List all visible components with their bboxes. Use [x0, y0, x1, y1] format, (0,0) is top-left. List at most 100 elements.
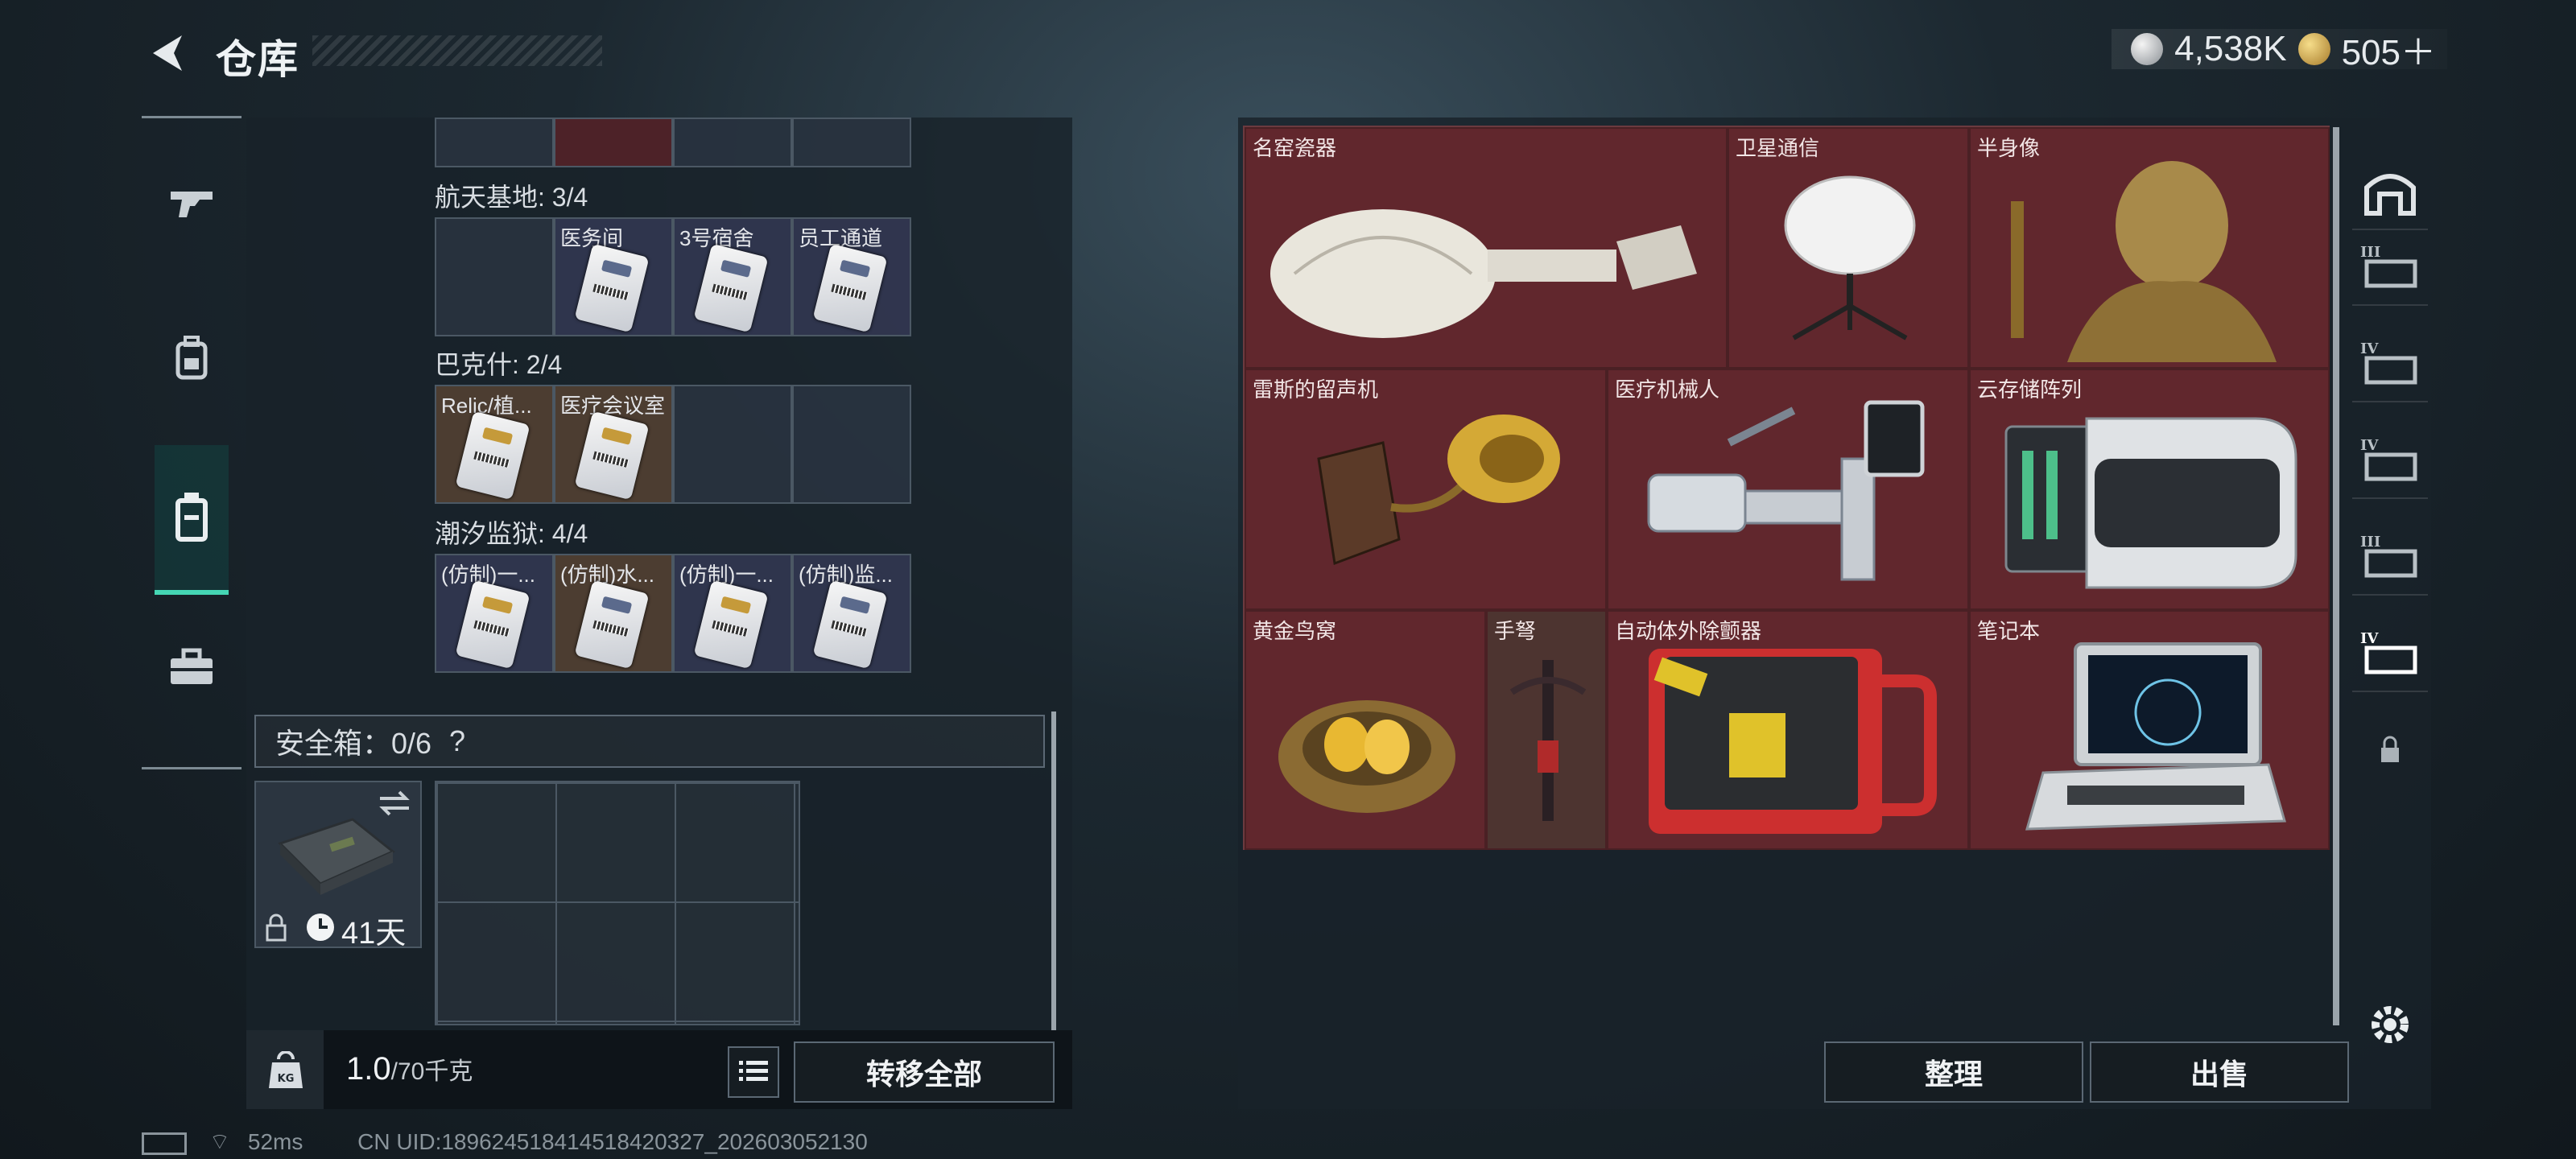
item-porcelain-vase[interactable]: 名窑瓷器: [1245, 127, 1728, 369]
locked-tab[interactable]: [2352, 711, 2428, 787]
robot-arm-icon: [1647, 400, 1925, 581]
warehouse-item-grid: 名窑瓷器 卫星通信 半身像 雷斯的留声机 医疗机械人 云存储阵列 黄金鸟窝 手弩…: [1243, 126, 2330, 850]
item-aed[interactable]: 自动体外除颤器: [1607, 610, 1969, 850]
keycard-item[interactable]: (仿制)一...: [435, 554, 554, 673]
keycard-item[interactable]: Relic/植...: [435, 385, 554, 504]
sell-button[interactable]: 出售: [2090, 1041, 2349, 1103]
right-warehouse-nav: III IV IV III IV: [2349, 121, 2431, 1109]
svg-text:IV: IV: [2360, 630, 2379, 647]
storage-rack-3-icon: III: [2360, 534, 2417, 578]
vase-icon: [1270, 209, 1697, 338]
warehouse-tab-4a[interactable]: IV: [2352, 325, 2428, 402]
list-view-button[interactable]: [728, 1046, 779, 1098]
left-category-nav: [142, 116, 242, 769]
item-medical-robot[interactable]: 医疗机械人: [1607, 369, 1969, 610]
storage-rack-3-icon: III: [2360, 244, 2417, 288]
weight-readout: 1.0/70千克: [346, 1051, 473, 1087]
warehouse-tab-4b[interactable]: IV: [2352, 422, 2428, 499]
backpack-category-tab[interactable]: [153, 320, 230, 397]
item-label: 雷斯的留声机: [1253, 377, 1379, 402]
silver-amount: 4,538K: [2174, 29, 2287, 68]
left-scrollbar[interactable]: [1051, 711, 1056, 1033]
list-icon: [739, 1061, 768, 1081]
right-scrollbar[interactable]: [2333, 127, 2339, 1025]
warehouse-tab-4c-active[interactable]: IV: [2352, 615, 2428, 692]
status-bar: ⌔ 52ms CN UID:1896245184145184203​27_202…: [142, 1128, 868, 1157]
crossbow-icon: [1509, 660, 1587, 821]
keycard-icon: [574, 580, 650, 670]
bust-icon: [2011, 161, 2277, 362]
gun-icon: [171, 192, 213, 217]
item-crossbow[interactable]: 手弩: [1486, 610, 1607, 850]
item-label: 卫星通信: [1736, 136, 1820, 160]
section-label: 潮汐监狱: 4/4: [435, 519, 588, 548]
item-golden-nest[interactable]: 黄金鸟窝: [1245, 610, 1486, 850]
keycard-row: Relic/植... 医疗会议室: [435, 385, 911, 504]
keycard-item[interactable]: (仿制)水...: [554, 554, 673, 673]
keycard-item[interactable]: 医务间: [554, 217, 673, 336]
keycard-row: (仿制)一... (仿制)水... (仿制)一... (仿制)监...: [435, 554, 911, 673]
warehouse-tab-3[interactable]: III: [2352, 229, 2428, 306]
item-gramophone[interactable]: 雷斯的留声机: [1245, 369, 1607, 610]
warehouse-tab-3b[interactable]: III: [2352, 518, 2428, 596]
briefcase-icon: [171, 648, 213, 684]
gear-icon: [2372, 1006, 2409, 1043]
laptop-icon: [2025, 642, 2286, 831]
svg-text:III: III: [2360, 534, 2380, 551]
keycard-icon: [574, 243, 650, 333]
safebox-timer: 41天: [341, 917, 407, 951]
inventory-cell[interactable]: [673, 385, 792, 504]
lock-icon: [2381, 736, 2399, 762]
currency-bar: 4,538K 505＋: [2112, 29, 2447, 72]
keycard-item[interactable]: 医疗会议室: [554, 385, 673, 504]
warehouse-icon: [2364, 174, 2416, 216]
item-label: 云存储阵列: [1977, 377, 2083, 402]
user-uid: CN UID:1896245184145184203​27_2026030521…: [357, 1129, 868, 1154]
gramophone-icon: [1317, 415, 1560, 566]
container-category-tab[interactable]: [155, 445, 229, 595]
keycard-icon: [693, 580, 769, 670]
safebox-item[interactable]: 41天: [254, 781, 422, 951]
keycard-item[interactable]: (仿制)监...: [792, 554, 911, 673]
clock-icon: [307, 914, 334, 941]
keycard-icon: [455, 410, 530, 501]
weapon-category-tab[interactable]: [153, 163, 230, 241]
page-title: 仓库: [216, 37, 299, 82]
gold-coin-icon[interactable]: [2297, 33, 2330, 65]
keycard-icon: [574, 410, 650, 501]
section-label: 巴克什: 2/4: [435, 350, 563, 379]
item-satellite-comm[interactable]: 卫星通信: [1728, 127, 1969, 369]
item-cloud-storage[interactable]: 云存储阵列: [1969, 369, 2330, 610]
warehouse-tab-main[interactable]: [2352, 153, 2428, 230]
back-arrow-icon[interactable]: [142, 29, 190, 77]
sort-button[interactable]: 整理: [1824, 1041, 2083, 1103]
keycard-item[interactable]: 3号宿舍: [673, 217, 792, 336]
settings-button[interactable]: [2352, 987, 2428, 1062]
keycard-item[interactable]: 员工通道: [792, 217, 911, 336]
inventory-cell[interactable]: [435, 118, 554, 167]
title-decoration: [312, 35, 602, 66]
silver-coin-icon: [2131, 33, 2164, 65]
inventory-cell[interactable]: [435, 217, 554, 336]
section-label: 航天基地: 3/4: [435, 183, 588, 212]
keycard-row: 医务间 3号宿舍 员工通道: [435, 217, 911, 336]
transfer-all-button[interactable]: 转移全部: [794, 1041, 1055, 1103]
item-bust-statue[interactable]: 半身像: [1969, 127, 2330, 369]
safebox-grid[interactable]: [435, 781, 800, 1025]
inventory-cell[interactable]: [554, 118, 673, 167]
keycard-item[interactable]: (仿制)一...: [673, 554, 792, 673]
weight-value: 1.0: [346, 1051, 391, 1087]
lock-icon: [266, 914, 287, 942]
item-label: 医疗会议室: [560, 394, 666, 418]
inventory-cell[interactable]: [792, 385, 911, 504]
inventory-cell[interactable]: [673, 118, 792, 167]
golden-nest-icon: [1278, 700, 1455, 813]
gold-amount[interactable]: 505＋: [2342, 23, 2436, 75]
case-category-tab[interactable]: [153, 629, 230, 706]
item-laptop[interactable]: 笔记本: [1969, 610, 2330, 850]
item-label: 黄金鸟窝: [1253, 619, 1337, 643]
item-label: 手弩: [1494, 619, 1537, 643]
partial-cell-row: [435, 118, 911, 167]
help-icon[interactable]: ?: [449, 724, 465, 758]
inventory-cell[interactable]: [792, 118, 911, 167]
